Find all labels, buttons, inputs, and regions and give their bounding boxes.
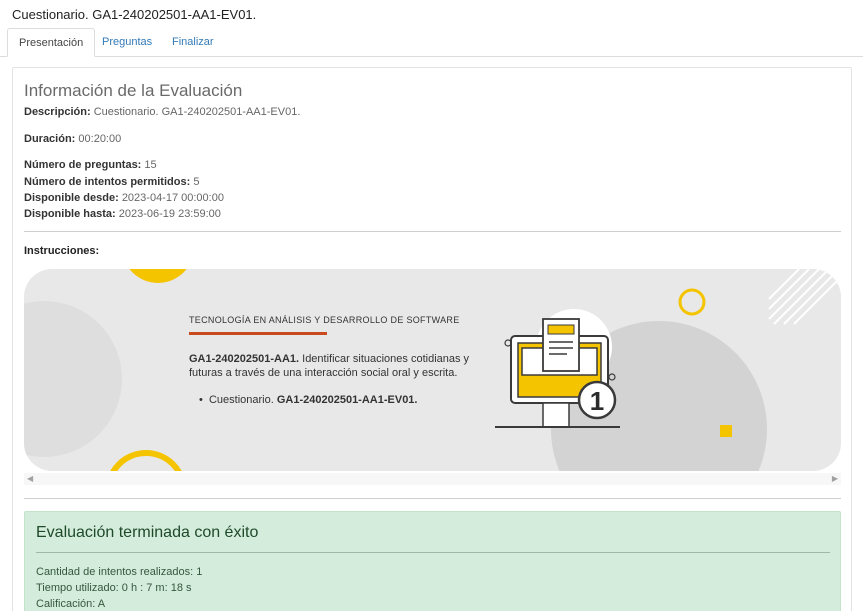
scroll-right-icon[interactable]: ▶ (832, 473, 838, 485)
banner-rule (189, 332, 327, 335)
info-desde: Disponible desde: 2023-04-17 00:00:00 (24, 192, 224, 204)
tab-bar: Presentación Preguntas Finalizar (0, 28, 863, 57)
duracion-label: Duración: (24, 133, 76, 145)
banner-list: • Cuestionario. GA1-240202501-AA1-EV01. (199, 394, 417, 406)
descripcion-value: Cuestionario. GA1-240202501-AA1-EV01. (93, 106, 301, 118)
tab-presentacion[interactable]: Presentación (7, 28, 96, 57)
duracion-value: 00:20:00 (78, 133, 122, 145)
preguntas-label: Número de preguntas: (24, 159, 142, 171)
bullet-icon: • (199, 394, 209, 406)
result-calificacion: Calificación: A (36, 598, 106, 610)
banner-heading: TECNOLOGÍA EN ANÁLISIS Y DESARROLLO DE S… (189, 315, 460, 325)
window-title: Cuestionario. GA1-240202501-AA1-EV01. (12, 7, 257, 22)
info-hasta: Disponible hasta: 2023-06-19 23:59:00 (24, 208, 221, 220)
hasta-value: 2023-06-19 23:59:00 (118, 208, 221, 220)
info-duracion: Duración: 00:20:00 (24, 133, 121, 145)
yellow-circle-top (129, 269, 187, 283)
instructions-banner: 1 TECNOLOGÍA EN ANÁLISIS Y DESARROLLO DE… (24, 269, 841, 471)
banner-list-code: GA1-240202501-AA1-EV01. (276, 394, 418, 406)
result-intentos: Cantidad de intentos realizados: 1 (36, 566, 203, 578)
divider (24, 231, 841, 232)
desde-value: 2023-04-17 00:00:00 (121, 192, 224, 204)
preguntas-value: 15 (144, 159, 157, 171)
divider (24, 498, 841, 499)
intentos-label: Número de intentos permitidos: (24, 176, 191, 188)
banner-list-prefix: Cuestionario. (208, 394, 277, 406)
info-preguntas: Número de preguntas: 15 (24, 159, 157, 171)
intentos-value: 5 (193, 176, 200, 188)
yellow-square (720, 425, 732, 437)
grey-blob-left (24, 301, 122, 457)
descripcion-label: Descripción: (24, 106, 91, 118)
yellow-ring (678, 288, 706, 316)
tab-finalizar[interactable]: Finalizar (161, 28, 225, 57)
scroll-left-icon[interactable]: ◀ (27, 473, 33, 485)
info-descripcion: Descripción: Cuestionario. GA1-240202501… (24, 106, 300, 118)
tab-preguntas[interactable]: Preguntas (91, 28, 163, 57)
evaluation-panel: Información de la Evaluación Descripción… (12, 67, 852, 611)
banner-description: GA1-240202501-AA1. Identificar situacion… (189, 352, 479, 380)
instructions-label: Instrucciones: (24, 245, 100, 257)
desde-label: Disponible desde: (24, 192, 119, 204)
section-title: Información de la Evaluación (24, 81, 243, 100)
success-title: Evaluación terminada con éxito (36, 524, 259, 541)
yellow-arc-bottom (110, 450, 182, 471)
hasta-label: Disponible hasta: (24, 208, 116, 220)
success-divider (36, 552, 830, 553)
banner-code: GA1-240202501-AA1. (189, 353, 300, 365)
success-alert: Evaluación terminada con éxito Cantidad … (24, 511, 841, 611)
badge-number: 1 (590, 386, 604, 416)
horizontal-scrollbar[interactable]: ◀ ▶ (24, 473, 841, 485)
white-stripes (768, 269, 841, 325)
result-tiempo: Tiempo utilizado: 0 h : 7 m: 18 s (36, 582, 192, 594)
info-intentos: Número de intentos permitidos: 5 (24, 176, 199, 188)
